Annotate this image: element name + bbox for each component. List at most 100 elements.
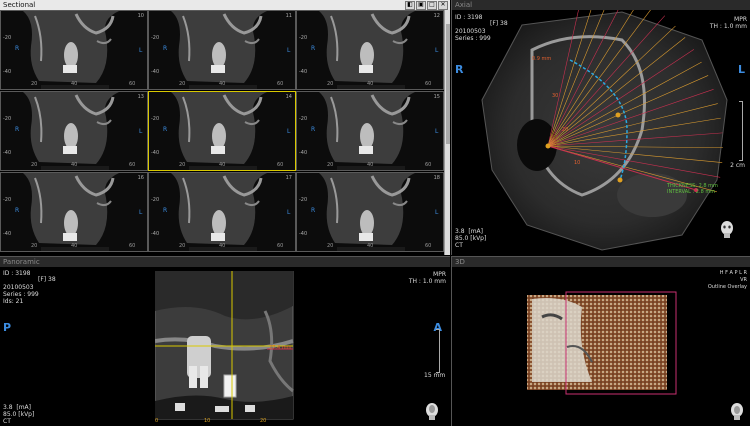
cell-tick-x: 60 (277, 162, 284, 168)
pano-date: 20100503 (3, 284, 34, 291)
cell-tick-x: 60 (129, 162, 136, 168)
layout-button[interactable]: ◧ (405, 1, 415, 10)
cell-tick-y: -40 (299, 150, 308, 156)
fan-origin-point[interactable] (545, 143, 551, 149)
cell-slice-number: 15 (433, 94, 440, 100)
axial-kvp: 85.0 [kVp] (455, 235, 487, 242)
sectional-cell[interactable]: R L -20 -40 20 40 60 18 (296, 172, 444, 252)
sectional-ct-image (149, 92, 295, 170)
pano-series: Series : 999 (3, 291, 39, 298)
sectional-cell[interactable]: R L -20 -40 20 40 60 12 (296, 10, 444, 90)
cell-tick-x: 40 (219, 81, 226, 87)
cell-tick-x: 40 (367, 81, 374, 87)
cell-letter-r: R (15, 126, 20, 133)
scrollbar-thumb[interactable] (446, 24, 450, 144)
pano-ma: 3.8 [mA] (3, 404, 31, 411)
cell-letter-r: R (311, 207, 316, 214)
pano-letter-p: P (3, 321, 12, 334)
sectional-ct-image (149, 173, 295, 251)
cell-slice-number: 10 (137, 13, 144, 19)
cell-tick-y: -40 (3, 150, 12, 156)
pano-tick-20: 20 (260, 418, 267, 424)
sectional-cell[interactable]: R L -20 -40 20 40 60 14 (148, 91, 296, 171)
cell-tick-y: -20 (299, 35, 308, 41)
axial-image[interactable] (452, 10, 750, 255)
arch-mark-30: 30 (552, 93, 559, 99)
axial-letter-l: L (737, 63, 745, 76)
sectional-cell[interactable]: R L -20 -40 20 40 60 16 (0, 172, 148, 252)
sectional-scrollbar[interactable] (444, 10, 450, 255)
cell-tick-x: 40 (71, 81, 78, 87)
sectional-cell[interactable]: R L -20 -40 20 40 60 17 (148, 172, 296, 252)
axial-title: Axial (455, 1, 473, 9)
pano-head-orientation-icon[interactable] (424, 402, 440, 420)
sectional-ct-image (297, 11, 443, 89)
volume-render-image[interactable] (522, 287, 682, 397)
axial-series: Series : 999 (455, 35, 491, 42)
sectional-ct-image (1, 173, 147, 251)
cell-tick-x: 60 (277, 243, 284, 249)
cell-tick-x: 40 (71, 162, 78, 168)
axial-date: 20100503 (455, 28, 486, 35)
cell-tick-x: 60 (425, 243, 432, 249)
cell-tick-x: 20 (31, 81, 38, 87)
cell-tick-y: -40 (151, 69, 160, 75)
vr-mode: VR (740, 277, 747, 283)
pano-mode: MPR (433, 271, 446, 278)
arch-point-2[interactable] (617, 177, 623, 183)
cell-tick-x: 20 (31, 162, 38, 168)
cell-tick-x: 60 (129, 81, 136, 87)
maximize-button[interactable]: □ (427, 1, 437, 10)
cell-tick-x: 20 (327, 81, 334, 87)
pano-kvp: 85.0 [kVp] (3, 411, 35, 418)
pano-thickness-setting: TH : 1.0 mm (408, 278, 446, 285)
axial-skull-section (481, 11, 728, 251)
sectional-grid: R L -20 -40 20 40 60 10 R L -20 -40 20 40 60 11 R L -20 -40… (0, 10, 450, 255)
axial-scale-label: 2 cm (730, 162, 745, 169)
cell-tick-y: -40 (3, 231, 12, 237)
axial-thickness-setting: TH : 1.0 mm (709, 23, 747, 30)
close-button[interactable]: ✕ (438, 1, 448, 10)
cell-tick-x: 40 (71, 243, 78, 249)
cell-slice-number: 18 (433, 175, 440, 181)
pano-f-label: [F] 38 (38, 276, 56, 283)
head-orientation-icon[interactable] (719, 220, 735, 238)
cell-letter-r: R (163, 45, 168, 52)
cell-slice-number: 17 (285, 175, 292, 181)
panoramic-titlebar: Panoramic (0, 257, 450, 267)
vr-title: 3D (455, 258, 465, 266)
cell-tick-y: -20 (299, 116, 308, 122)
sectional-cell[interactable]: R L -20 -40 20 40 60 15 (296, 91, 444, 171)
cell-tick-y: -20 (151, 197, 160, 203)
axial-ma: 3.8 [mA] (455, 228, 483, 235)
cell-letter-l: L (139, 209, 143, 216)
vr-head-orientation-icon[interactable] (729, 402, 745, 420)
cell-letter-r: R (311, 126, 316, 133)
axial-mode: MPR (734, 16, 747, 23)
cell-letter-r: R (15, 45, 20, 52)
sectional-cell[interactable]: R L -20 -40 20 40 60 11 (148, 10, 296, 90)
cell-tick-x: 60 (129, 243, 136, 249)
cell-slice-number: 14 (285, 94, 292, 100)
sectional-title: Sectional (3, 1, 36, 9)
panoramic-panel: Panoramic ID : 3198 [F] 38 20100503 Seri… (0, 256, 450, 426)
axial-panel: Axial ID : 3198 [F] 38 20100503 Series :… (451, 0, 750, 255)
arch-point-1[interactable] (615, 112, 621, 118)
cell-tick-y: -40 (151, 231, 160, 237)
cell-letter-r: R (163, 207, 168, 214)
sectional-cell[interactable]: R L -20 -40 20 40 60 13 (0, 91, 148, 171)
cell-letter-r: R (311, 45, 316, 52)
vr-overlay-label: Outline Overlay (707, 284, 747, 290)
pano-ids: Ids: 21 (3, 298, 24, 305)
axial-letter-r: R (455, 63, 464, 76)
vr-titlebar: 3D (452, 257, 750, 267)
volume-render-panel: 3D H F A P L R VR Outline Overlay (451, 256, 750, 426)
cell-tick-y: -20 (299, 197, 308, 203)
sectional-cell[interactable]: R L -20 -40 20 40 60 10 (0, 10, 148, 90)
axial-slice-interval: INTERVAL : 2.8 mm (667, 189, 716, 195)
pano-tick-0: 0 (155, 418, 159, 424)
cell-slice-number: 12 (433, 13, 440, 19)
tile-button[interactable]: ▣ (416, 1, 426, 10)
cell-tick-x: 40 (367, 243, 374, 249)
cell-tick-x: 60 (425, 81, 432, 87)
